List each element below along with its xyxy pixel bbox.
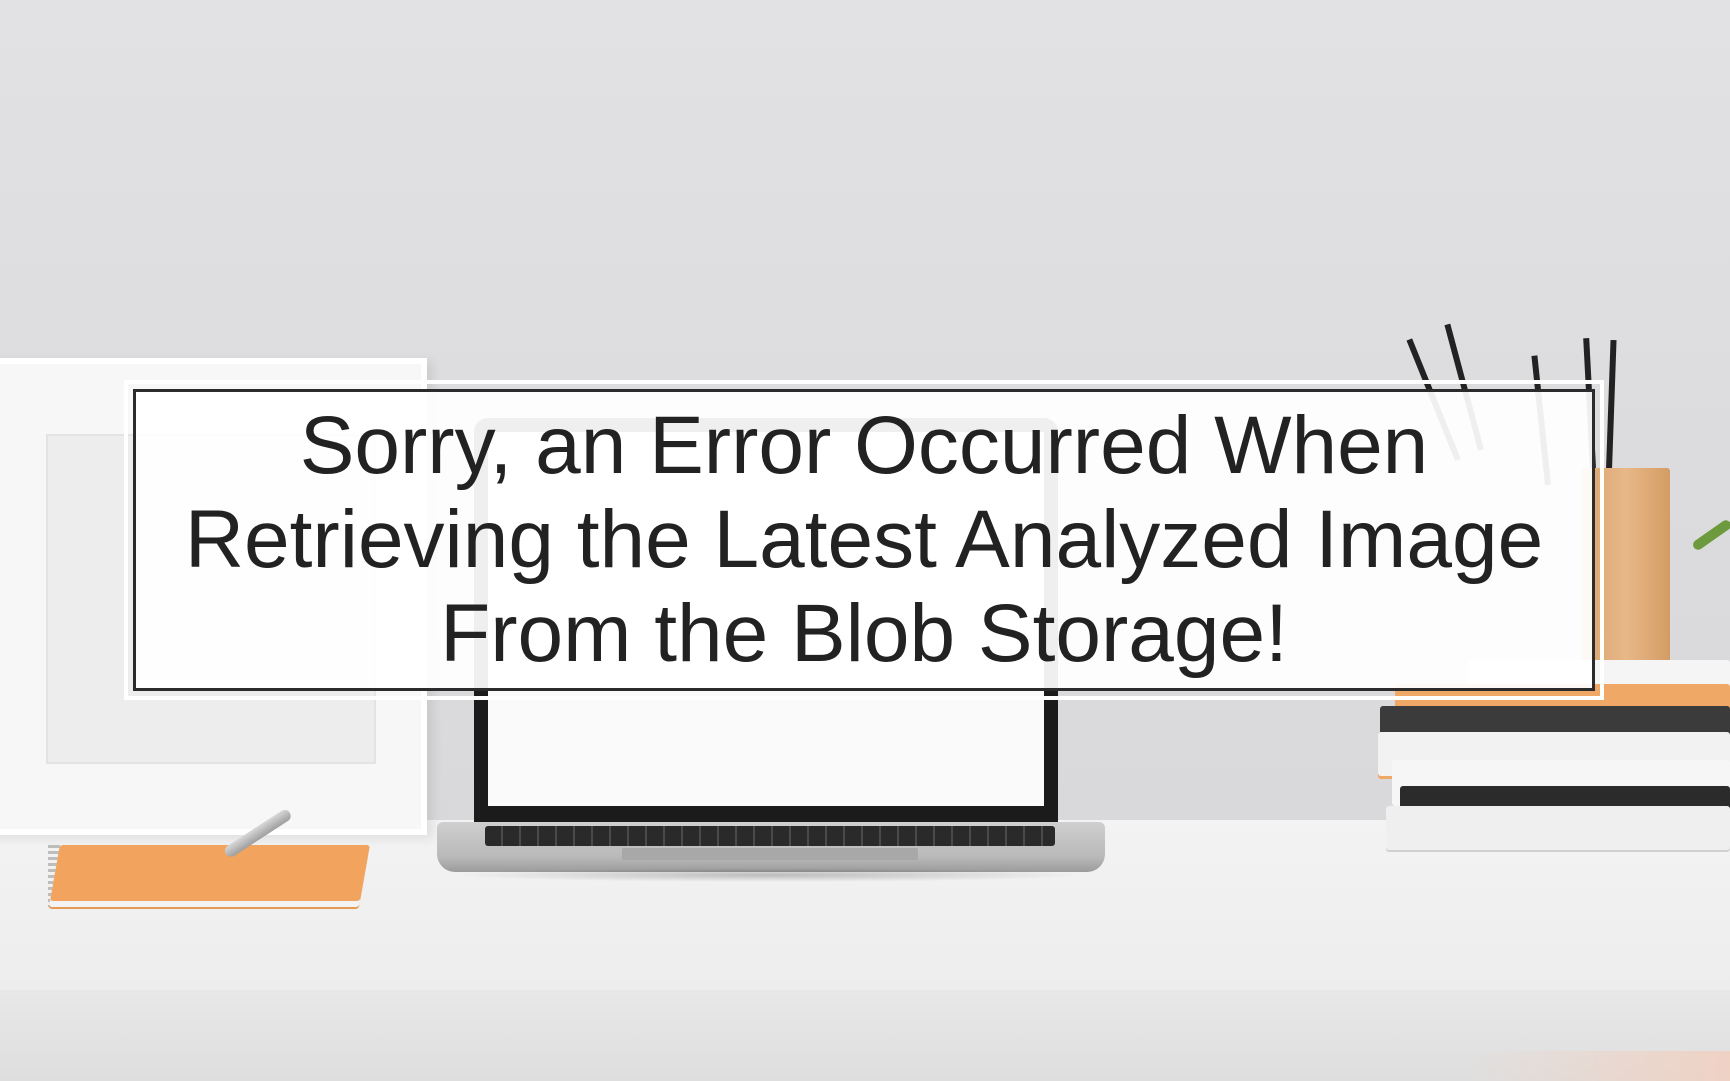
error-message: Sorry, an Error Occurred When Retrieving… xyxy=(184,400,1544,679)
book xyxy=(1386,806,1730,850)
laptop-shadow xyxy=(450,868,1090,882)
laptop-keyboard xyxy=(485,826,1055,846)
floor-accent xyxy=(1470,1051,1730,1081)
laptop-trackpad xyxy=(622,848,918,860)
orange-notebook xyxy=(50,845,370,901)
